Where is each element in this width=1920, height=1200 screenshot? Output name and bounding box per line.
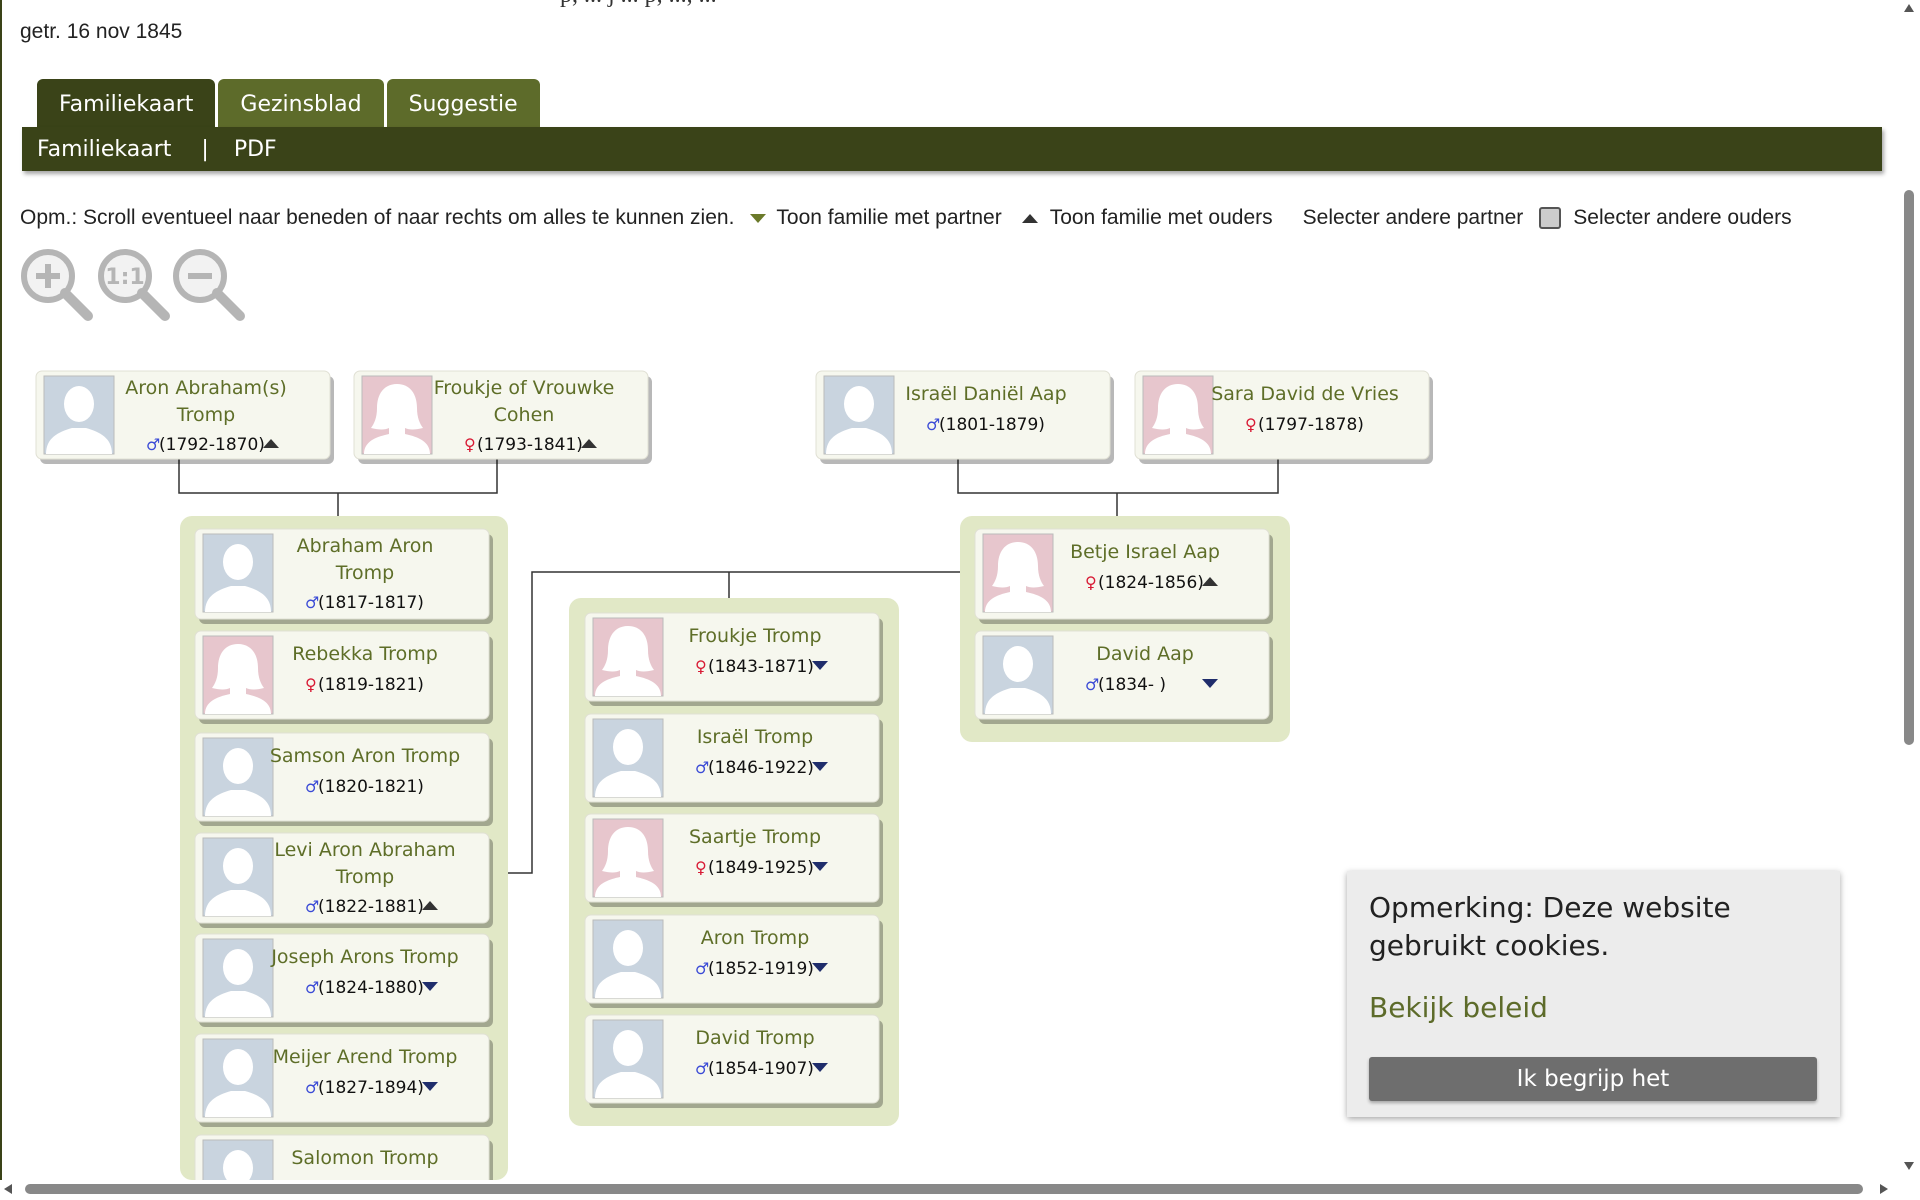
legend-select-partner: Selecter andere partner	[1302, 206, 1524, 229]
person-years: (1797-1878)	[1258, 415, 1364, 435]
person-card[interactable]: Betje Israel Aap ♀ (1824-1856)	[974, 528, 1273, 624]
person-card[interactable]: Froukje of Vrouwke Cohen ♀ (1793-1841)	[353, 370, 652, 464]
cookie-banner: Opmerking: Deze website gebruikt cookies…	[1347, 871, 1840, 1117]
person-name[interactable]: David Tromp	[695, 1027, 814, 1049]
person-card[interactable]: Abraham AronTromp♂(1817-1817)	[194, 528, 493, 624]
cookie-message: Opmerking: Deze website gebruikt cookies…	[1369, 891, 1731, 962]
person-card[interactable]: Levi Aron AbrahamTromp♂(1822-1881)	[194, 832, 493, 928]
person-name[interactable]: Betje Israel Aap	[1070, 541, 1220, 563]
clipped-page-title: p, ... j ... p, ..., ...	[560, 0, 717, 9]
person-years: (1793-1841)	[477, 435, 583, 455]
person-years: (1834- )	[1098, 675, 1166, 695]
person-years: (1827-1894)	[318, 1078, 424, 1098]
tab-familiekaart[interactable]: Familiekaart	[37, 79, 216, 127]
person-name[interactable]: Salomon Tromp	[291, 1147, 438, 1169]
person-name[interactable]: Samson Aron Tromp	[270, 745, 460, 767]
person-name[interactable]: Israël Tromp	[697, 726, 813, 748]
person-name-line2[interactable]: Tromp	[335, 562, 394, 584]
person-name[interactable]: Sara David de Vries	[1211, 383, 1399, 405]
person-years: (1852-1919)	[708, 959, 814, 979]
person-years: (1820-1821)	[318, 777, 424, 797]
person-name[interactable]: Saartje Tromp	[689, 826, 821, 848]
sub-navigation: Familiekaart | PDF	[22, 127, 1882, 171]
person-years: (1801-1879)	[939, 415, 1045, 435]
subnav-familiekaart[interactable]: Familiekaart	[37, 137, 171, 162]
female-symbol-icon: ♀	[1245, 415, 1257, 434]
tab-bar: Familiekaart Gezinsblad Suggestie	[37, 79, 540, 127]
person-name[interactable]: Aron Tromp	[701, 927, 810, 949]
legend-select-parents: Selecter andere ouders	[1573, 206, 1792, 229]
legend-show-partner: Toon familie met partner	[776, 206, 1002, 229]
person-name[interactable]: Israël Daniël Aap	[905, 383, 1066, 405]
subnav-separator: |	[201, 136, 209, 162]
cookie-policy-link[interactable]: Bekijk beleid	[1369, 991, 1548, 1024]
person-name[interactable]: Froukje Tromp	[688, 625, 821, 647]
scroll-left-icon[interactable]	[4, 1184, 12, 1194]
zoom-reset-label: 1:1	[105, 265, 144, 290]
zoom-reset-icon[interactable]: 1:1	[95, 246, 171, 324]
person-card[interactable]: Rebekka Tromp ♀ (1819-1821)	[194, 630, 493, 724]
person-name[interactable]: Abraham Aron	[297, 535, 434, 557]
person-name[interactable]: Joseph Arons Tromp	[270, 946, 458, 968]
person-card[interactable]: Saartje Tromp ♀ (1849-1925)	[584, 813, 883, 907]
marriage-date: getr. 16 nov 1845	[20, 20, 183, 43]
person-years: (1792-1870)	[159, 435, 265, 455]
person-years: (1846-1922)	[708, 758, 814, 778]
vertical-scroll-thumb[interactable]	[1904, 190, 1914, 745]
scroll-right-icon[interactable]	[1880, 1184, 1888, 1194]
scroll-up-icon[interactable]	[1904, 4, 1914, 12]
person-years: (1843-1871)	[708, 657, 814, 677]
person-name-line2[interactable]: Cohen	[494, 404, 555, 426]
female-symbol-icon: ♀	[464, 435, 476, 454]
person-card[interactable]: Aron Tromp♂(1852-1919)	[584, 914, 883, 1008]
person-years: (1824-1856)	[1098, 573, 1204, 593]
horizontal-scroll-thumb[interactable]	[25, 1184, 1863, 1194]
select-parents-icon	[1539, 207, 1562, 229]
person-years: (1824-1880)	[318, 978, 424, 998]
tab-suggestie[interactable]: Suggestie	[386, 79, 540, 127]
person-card[interactable]: Israël Daniël Aap♂(1801-1879)	[815, 370, 1114, 464]
person-name-line2[interactable]: Tromp	[335, 866, 394, 888]
person-card[interactable]: Froukje Tromp ♀ (1843-1871)	[584, 612, 883, 706]
subnav-pdf[interactable]: PDF	[234, 137, 277, 162]
legend-note: Opm.: Scroll eventueel naar beneden of n…	[20, 206, 1792, 230]
female-symbol-icon: ♀	[695, 858, 707, 877]
person-years: (1817-1817)	[318, 593, 424, 613]
vertical-scrollbar[interactable]	[1898, 0, 1920, 1180]
person-card[interactable]: David Tromp♂(1854-1907)	[584, 1014, 883, 1108]
person-name[interactable]: Levi Aron Abraham	[274, 839, 455, 861]
person-years: (1849-1925)	[708, 858, 814, 878]
person-card[interactable]: Salomon Tromp	[194, 1134, 493, 1180]
female-symbol-icon: ♀	[305, 675, 317, 694]
person-name[interactable]: Aron Abraham(s)	[125, 377, 287, 399]
person-card[interactable]: Aron Abraham(s)Tromp♂(1792-1870)	[35, 370, 334, 464]
person-card[interactable]: Joseph Arons Tromp♂(1824-1880)	[194, 933, 493, 1027]
person-card[interactable]: Sara David de Vries ♀ (1797-1878)	[1134, 370, 1433, 464]
horizontal-scrollbar[interactable]	[0, 1180, 1920, 1200]
page-left-border	[0, 0, 2, 1180]
person-card[interactable]: Meijer Arend Tromp♂(1827-1894)	[194, 1033, 493, 1127]
person-card[interactable]: David Aap♂(1834- )	[974, 630, 1273, 724]
scroll-note: Opm.: Scroll eventueel naar beneden of n…	[20, 206, 735, 229]
triangle-up-icon	[1021, 213, 1038, 223]
person-name[interactable]: David Aap	[1096, 643, 1194, 665]
legend-show-parents: Toon familie met ouders	[1049, 206, 1273, 229]
female-symbol-icon: ♀	[1085, 573, 1097, 592]
zoom-in-icon[interactable]	[18, 246, 94, 324]
triangle-down-icon	[750, 213, 767, 223]
person-years: (1819-1821)	[318, 675, 424, 695]
cookie-accept-button[interactable]: Ik begrijp het	[1369, 1057, 1817, 1101]
person-years: (1822-1881)	[318, 897, 424, 917]
scroll-down-icon[interactable]	[1904, 1162, 1914, 1170]
person-card[interactable]: Israël Tromp♂(1846-1922)	[584, 713, 883, 807]
person-name[interactable]: Rebekka Tromp	[292, 643, 438, 665]
zoom-out-icon[interactable]	[170, 246, 246, 324]
person-name-line2[interactable]: Tromp	[176, 404, 235, 426]
person-years: (1854-1907)	[708, 1059, 814, 1079]
female-symbol-icon: ♀	[695, 657, 707, 676]
tab-gezinsblad[interactable]: Gezinsblad	[218, 79, 384, 127]
person-name[interactable]: Froukje of Vrouwke	[434, 377, 615, 399]
person-card[interactable]: Samson Aron Tromp♂(1820-1821)	[194, 732, 493, 826]
person-name[interactable]: Meijer Arend Tromp	[273, 1046, 458, 1068]
